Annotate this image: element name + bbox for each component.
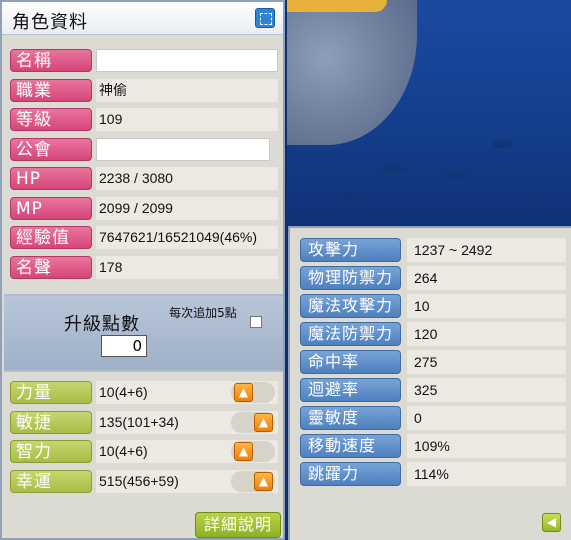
ability-points-section: 升級點數 0 每次追加5點	[4, 294, 283, 372]
arrow-up-icon[interactable]: ▲	[254, 412, 273, 432]
stat-list: 力量 10(4+6) ▲ 敏捷 135(101+34) ▲ 智力 10(4+6)…	[8, 378, 278, 496]
detail-row-acc: 命中率 275	[298, 348, 566, 376]
sand-edge	[287, 0, 387, 12]
field-row-guild: 公會	[8, 135, 278, 165]
field-label: 名稱	[10, 49, 92, 72]
detail-value-hands: 0	[407, 406, 566, 430]
detail-row-attack: 攻擊力 1237 ~ 2492	[298, 236, 566, 264]
arrow-left-icon[interactable]: ◀	[542, 513, 561, 532]
field-value-job: 神偷	[96, 78, 278, 102]
detail-value-acc: 275	[407, 350, 566, 374]
field-row-level: 等級 109	[8, 105, 278, 135]
fish-shadow	[336, 192, 358, 200]
arrow-up-icon[interactable]: ▲	[234, 442, 253, 461]
detail-value-matk: 10	[407, 294, 566, 318]
detail-label: 迴避率	[300, 378, 401, 402]
detail-button[interactable]: 詳細說明	[195, 512, 281, 538]
window-title: 角色資料	[12, 12, 88, 33]
auto-assign-label: 每次追加5點	[169, 306, 237, 320]
detail-stat-list: 攻擊力 1237 ~ 2492 物理防禦力 264 魔法攻擊力 10 魔法防禦力…	[298, 236, 566, 488]
detail-value-attack: 1237 ~ 2492	[407, 238, 566, 262]
field-value-mp: 2099 / 2099	[96, 196, 278, 220]
field-row-job: 職業 神偷	[8, 76, 278, 106]
detail-row-mdef: 魔法防禦力 120	[298, 320, 566, 348]
stat-label: 力量	[10, 381, 92, 404]
field-row-exp: 經驗值 7647621/16521049(46%)	[8, 223, 278, 253]
detail-label: 物理防禦力	[300, 266, 401, 290]
minimize-icon[interactable]	[255, 8, 275, 28]
detail-value-avoid: 325	[407, 378, 566, 402]
field-label: 職業	[10, 78, 92, 102]
character-info-window: 角色資料 名稱 職業 神偷 等級 109 公會 HP 2238 / 3080 M…	[0, 0, 285, 540]
detail-row-def: 物理防禦力 264	[298, 264, 566, 292]
field-value-exp: 7647621/16521049(46%)	[96, 226, 278, 249]
field-row-name: 名稱	[8, 46, 278, 76]
detail-label: 命中率	[300, 350, 401, 374]
fish-shadow	[445, 171, 467, 179]
field-row-mp: MP 2099 / 2099	[8, 194, 278, 224]
fish-shadow	[383, 165, 405, 173]
stat-label: 幸運	[10, 469, 92, 493]
stat-row-dex: 敏捷 135(101+34) ▲	[8, 408, 278, 438]
field-value-level: 109	[96, 108, 278, 131]
detail-label: 跳躍力	[300, 462, 401, 486]
field-value-hp: 2238 / 3080	[96, 167, 278, 190]
detail-label: 魔法防禦力	[300, 322, 401, 346]
detail-value-jump: 114%	[407, 462, 566, 486]
stat-label: 智力	[10, 440, 92, 463]
window-title-bar[interactable]: 角色資料	[2, 2, 283, 35]
arrow-up-icon[interactable]: ▲	[254, 471, 273, 491]
field-label: 公會	[10, 137, 92, 161]
detail-row-hands: 靈敏度 0	[298, 404, 566, 432]
detail-stats-window: 攻擊力 1237 ~ 2492 物理防禦力 264 魔法攻擊力 10 魔法防禦力…	[288, 226, 571, 540]
field-label: HP	[10, 167, 92, 190]
detail-label: 攻擊力	[300, 238, 401, 262]
detail-label: 魔法攻擊力	[300, 294, 401, 318]
rock-terrain	[287, 0, 417, 145]
field-label: 名聲	[10, 255, 92, 279]
detail-row-jump: 跳躍力 114%	[298, 460, 566, 488]
detail-label: 靈敏度	[300, 406, 401, 430]
detail-value-speed: 109%	[407, 434, 566, 458]
detail-row-matk: 魔法攻擊力 10	[298, 292, 566, 320]
auto-assign-checkbox[interactable]	[250, 316, 262, 328]
field-label: 經驗值	[10, 226, 92, 249]
field-value-guild	[96, 137, 270, 161]
detail-row-speed: 移動速度 109%	[298, 432, 566, 460]
field-label: 等級	[10, 108, 92, 131]
detail-label: 移動速度	[300, 434, 401, 458]
ability-points-value: 0	[101, 335, 147, 357]
character-fields: 名稱 職業 神偷 等級 109 公會 HP 2238 / 3080 MP 209…	[8, 46, 278, 282]
field-row-fame: 名聲 178	[8, 253, 278, 283]
fish-shadow	[492, 140, 514, 148]
fish-shadow	[523, 206, 545, 214]
detail-value-def: 264	[407, 266, 566, 290]
detail-row-avoid: 迴避率 325	[298, 376, 566, 404]
stat-row-int: 智力 10(4+6) ▲	[8, 437, 278, 467]
detail-value-mdef: 120	[407, 322, 566, 346]
ability-points-label: 升級點數	[64, 314, 140, 335]
stat-row-luk: 幸運 515(456+59) ▲	[8, 467, 278, 497]
field-row-hp: HP 2238 / 3080	[8, 164, 278, 194]
game-background	[287, 0, 571, 228]
stat-label: 敏捷	[10, 410, 92, 434]
stat-row-str: 力量 10(4+6) ▲	[8, 378, 278, 408]
arrow-up-icon[interactable]: ▲	[234, 383, 253, 402]
field-value-name	[96, 49, 278, 72]
field-label: MP	[10, 196, 92, 220]
field-value-fame: 178	[96, 255, 278, 279]
